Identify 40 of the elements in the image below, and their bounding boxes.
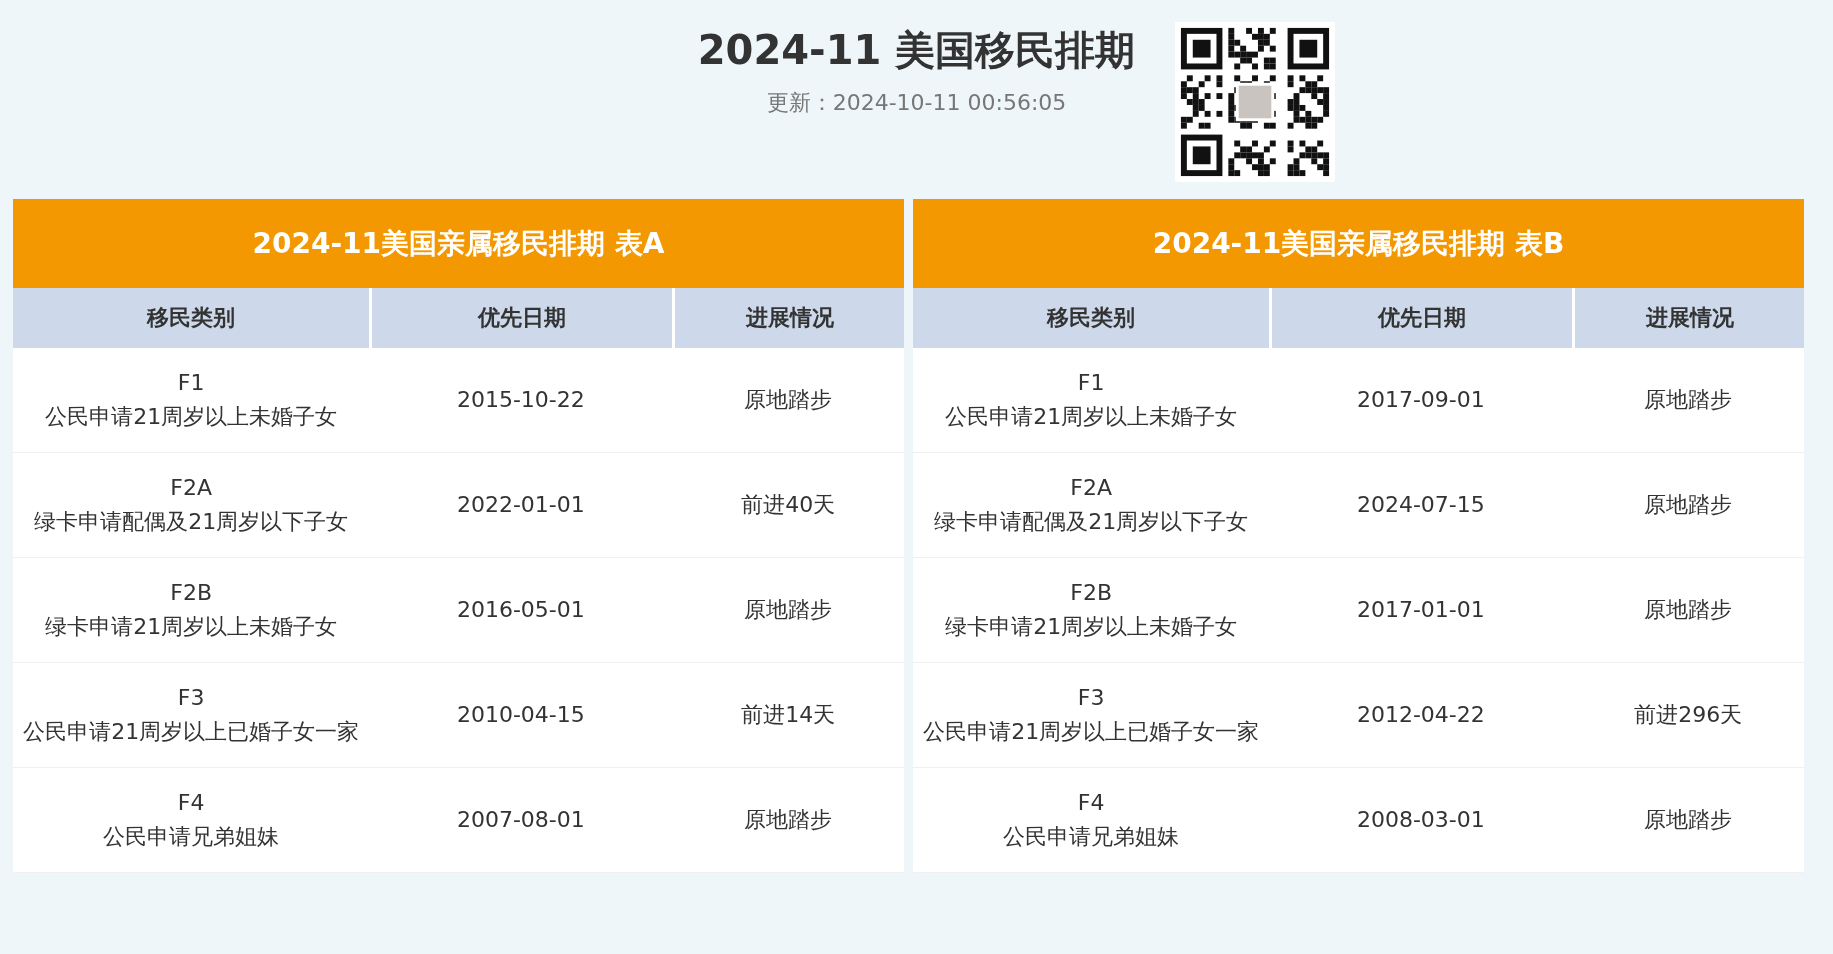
column-header: 移民类别	[913, 288, 1270, 348]
table-cell: 原地踏步	[672, 768, 904, 873]
table-cell: F2A 绿卡申请配偶及21周岁以下子女	[913, 453, 1270, 558]
table-cell: F2B 绿卡申请21周岁以上未婚子女	[13, 558, 370, 663]
column-header: 进展情况	[1572, 288, 1804, 348]
table-cell: 2017-01-01	[1269, 558, 1573, 663]
table-cell: F4 公民申请兄弟姐妹	[13, 768, 370, 873]
table-cell: 原地踏步	[1572, 348, 1804, 453]
column-header: 进展情况	[672, 288, 904, 348]
table-cell: 前进296天	[1572, 663, 1804, 768]
table-cell: 前进40天	[672, 453, 904, 558]
table-cell: 2008-03-01	[1269, 768, 1573, 873]
table-cell: F1 公民申请21周岁以上未婚子女	[913, 348, 1270, 453]
table-cell: 2007-08-01	[369, 768, 673, 873]
table-cell: F3 公民申请21周岁以上已婚子女一家	[913, 663, 1270, 768]
column-header: 移民类别	[13, 288, 370, 348]
table-cell: 原地踏步	[1572, 558, 1804, 663]
table-cell: F4 公民申请兄弟姐妹	[913, 768, 1270, 873]
table-cell: 原地踏步	[672, 558, 904, 663]
table-cell: 2016-05-01	[369, 558, 673, 663]
table-cell: F1 公民申请21周岁以上未婚子女	[13, 348, 370, 453]
table-title: 2024-11美国亲属移民排期 表B	[913, 199, 1804, 288]
table-cell: F2B 绿卡申请21周岁以上未婚子女	[913, 558, 1270, 663]
table-cell: 2024-07-15	[1269, 453, 1573, 558]
table-cell: F2A 绿卡申请配偶及21周岁以下子女	[13, 453, 370, 558]
table-cell: 原地踏步	[1572, 768, 1804, 873]
table-title: 2024-11美国亲属移民排期 表A	[13, 199, 904, 288]
table-cell: 原地踏步	[1572, 453, 1804, 558]
table-cell: 原地踏步	[672, 348, 904, 453]
table-cell: 2017-09-01	[1269, 348, 1573, 453]
table-cell: 2012-04-22	[1269, 663, 1573, 768]
column-header: 优先日期	[369, 288, 673, 348]
page-title: 2024-11 美国移民排期	[697, 26, 1136, 75]
table-cell: 2010-04-15	[369, 663, 673, 768]
column-header: 优先日期	[1269, 288, 1573, 348]
update-time: 更新：2024-10-11 00:56:05	[766, 89, 1067, 117]
table-cell: 2022-01-01	[369, 453, 673, 558]
table-cell: 2015-10-22	[369, 348, 673, 453]
table-cell: 前进14天	[672, 663, 904, 768]
table-cell: F3 公民申请21周岁以上已婚子女一家	[13, 663, 370, 768]
